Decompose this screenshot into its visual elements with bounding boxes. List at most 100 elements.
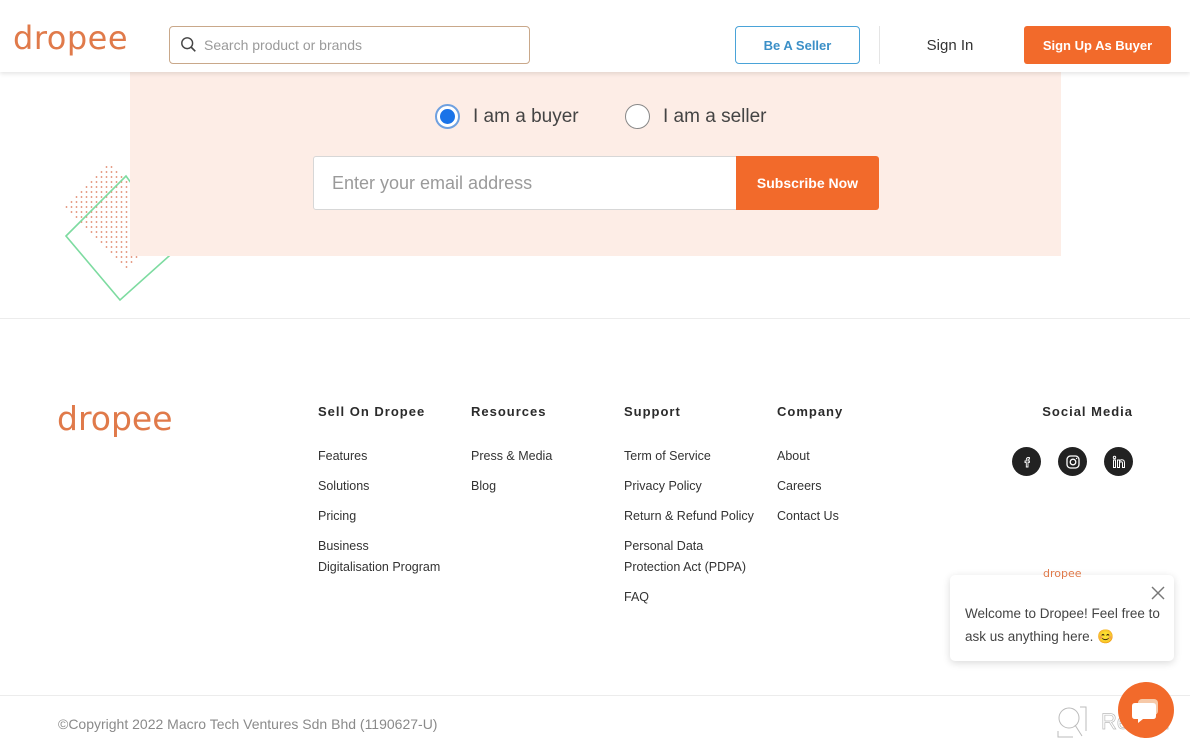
decorative-dot — [115, 236, 118, 238]
footer-link-press-media[interactable]: Press & Media — [471, 446, 552, 467]
decorative-dot — [95, 201, 98, 203]
decorative-dot — [90, 191, 93, 193]
decorative-dot — [80, 201, 83, 203]
sign-in-link[interactable]: Sign In — [905, 26, 995, 64]
footer-logo[interactable]: dropee — [57, 402, 173, 435]
radio-seller-label: I am a seller — [663, 105, 767, 127]
copyright-text: ©Copyright 2022 Macro Tech Ventures Sdn … — [58, 716, 438, 732]
sign-up-as-buyer-button[interactable]: Sign Up As Buyer — [1024, 26, 1171, 64]
decorative-dot — [90, 221, 93, 223]
email-input[interactable] — [313, 156, 737, 210]
search-icon — [181, 37, 196, 52]
decorative-dot — [105, 231, 108, 233]
decorative-dot — [85, 226, 88, 228]
footer-link-term-of-service[interactable]: Term of Service — [624, 446, 754, 467]
radio-seller[interactable]: I am a seller — [625, 104, 766, 129]
footer-link-features[interactable]: Features — [318, 446, 443, 467]
instagram-icon[interactable] — [1058, 447, 1087, 476]
decorative-dot — [75, 216, 78, 218]
social-media-section: Social Media — [1010, 404, 1133, 476]
decorative-dot — [125, 241, 128, 243]
decorative-dot — [115, 196, 118, 198]
decorative-dot — [110, 231, 113, 233]
decorative-dot — [105, 171, 108, 173]
decorative-dot — [95, 236, 98, 238]
search-input[interactable] — [204, 37, 504, 53]
be-a-seller-button[interactable]: Be A Seller — [735, 26, 860, 64]
decorative-dot — [100, 191, 103, 193]
chat-launcher-button[interactable] — [1118, 682, 1174, 738]
header-divider — [879, 26, 880, 64]
footer-link-return-refund[interactable]: Return & Refund Policy — [624, 506, 754, 527]
decorative-dot — [115, 256, 118, 258]
close-icon[interactable] — [1150, 585, 1166, 601]
decorative-dot — [105, 166, 108, 168]
decorative-dot — [100, 211, 103, 213]
decorative-dot — [100, 206, 103, 208]
decorative-dot — [105, 211, 108, 213]
decorative-dot — [120, 221, 123, 223]
decorative-dot — [85, 196, 88, 198]
facebook-icon[interactable] — [1012, 447, 1041, 476]
decorative-dot — [125, 251, 128, 253]
footer-column-title: Sell On Dropee — [318, 404, 426, 419]
decorative-dot — [110, 166, 113, 168]
decorative-dot — [110, 241, 113, 243]
radio-buyer-label: I am a buyer — [473, 105, 579, 127]
decorative-dot — [105, 191, 108, 193]
decorative-dot — [105, 236, 108, 238]
decorative-dot — [80, 216, 83, 218]
decorative-dot — [125, 181, 128, 183]
decorative-dot — [80, 191, 83, 193]
footer-link-about[interactable]: About — [777, 446, 843, 467]
decorative-dot — [125, 191, 128, 193]
linkedin-icon[interactable] — [1104, 447, 1133, 476]
decorative-dot — [100, 181, 103, 183]
decorative-dot — [70, 201, 73, 203]
decorative-dot — [115, 231, 118, 233]
footer-link-pdpa[interactable]: Personal Data Protection Act (PDPA) — [624, 536, 749, 578]
chat-brand-label: dropee — [1043, 567, 1082, 580]
decorative-dot — [110, 171, 113, 173]
footer-column-title: Support — [624, 404, 681, 419]
footer-link-faq[interactable]: FAQ — [624, 587, 754, 608]
dropee-logo[interactable]: dropee — [13, 22, 128, 54]
decorative-dot — [105, 206, 108, 208]
decorative-dot — [105, 181, 108, 183]
decorative-dot — [100, 216, 103, 218]
decorative-dot — [85, 211, 88, 213]
decorative-dot — [115, 221, 118, 223]
decorative-dot — [80, 196, 83, 198]
decorative-dot — [135, 256, 138, 258]
site-header: dropee Be A Seller Sign In Sign Up As Bu… — [0, 0, 1190, 72]
decorative-dot — [65, 206, 68, 208]
decorative-dot — [90, 216, 93, 218]
decorative-dot — [125, 206, 128, 208]
footer-link-business-digitalisation[interactable]: Business Digitalisation Program — [318, 536, 443, 578]
decorative-dot — [120, 231, 123, 233]
decorative-dot — [125, 226, 128, 228]
decorative-dot — [100, 236, 103, 238]
footer-link-privacy-policy[interactable]: Privacy Policy — [624, 476, 754, 497]
chat-welcome-popup: Welcome to Dropee! Feel free to ask us a… — [950, 575, 1174, 661]
radio-buyer[interactable]: I am a buyer — [435, 104, 579, 129]
decorative-dot — [125, 261, 128, 263]
footer-link-blog[interactable]: Blog — [471, 476, 552, 497]
decorative-dot — [95, 226, 98, 228]
decorative-dot — [125, 236, 128, 238]
footer-link-careers[interactable]: Careers — [777, 476, 843, 497]
footer-link-pricing[interactable]: Pricing — [318, 506, 443, 527]
decorative-dot — [90, 206, 93, 208]
search-bar[interactable] — [169, 26, 530, 64]
decorative-dot — [105, 226, 108, 228]
subscribe-now-button[interactable]: Subscribe Now — [736, 156, 879, 210]
radio-button-checked[interactable] — [435, 104, 460, 129]
footer-link-solutions[interactable]: Solutions — [318, 476, 443, 497]
footer-link-contact-us[interactable]: Contact Us — [777, 506, 843, 527]
decorative-dot — [125, 196, 128, 198]
decorative-dot — [85, 201, 88, 203]
decorative-dot — [120, 201, 123, 203]
radio-button-unchecked[interactable] — [625, 104, 650, 129]
decorative-dot — [130, 256, 133, 258]
footer-column-title: Resources — [471, 404, 547, 419]
